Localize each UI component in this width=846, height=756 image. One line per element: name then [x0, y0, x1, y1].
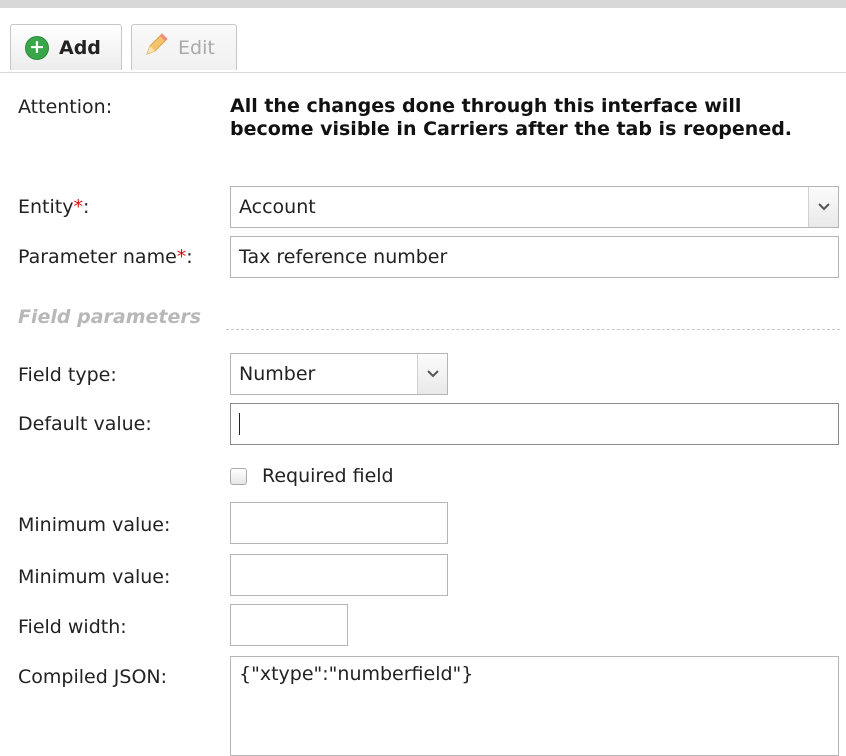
minimum-value-label: Minimum value:	[18, 514, 171, 536]
top-divider	[0, 0, 846, 8]
label-colon: :	[186, 246, 193, 268]
default-value-input[interactable]	[230, 403, 839, 445]
parameter-name-input[interactable]: Tax reference number	[230, 236, 839, 278]
add-tab-label: Add	[59, 36, 101, 59]
edit-tab[interactable]: Edit	[131, 24, 237, 70]
add-tab[interactable]: + Add	[10, 24, 122, 70]
chevron-down-icon[interactable]	[417, 354, 447, 394]
edit-tab-label: Edit	[178, 36, 215, 59]
attention-text: All the changes done through this interf…	[230, 95, 793, 140]
parameter-name-label-text: Parameter name	[18, 246, 177, 268]
required-field-checkbox[interactable]	[230, 468, 247, 485]
entity-select[interactable]: Account	[230, 186, 839, 228]
compiled-json-label: Compiled JSON:	[18, 666, 168, 688]
field-type-value: Number	[239, 363, 316, 385]
toolbar: + Add Edit	[0, 8, 846, 73]
label-colon: :	[82, 196, 90, 218]
compiled-json-textarea[interactable]: {"xtype":"numberfield"}	[230, 656, 839, 756]
parameter-name-label: Parameter name*:	[18, 246, 193, 268]
field-width-input[interactable]	[230, 604, 348, 646]
field-type-label: Field type:	[18, 364, 117, 386]
entity-label-text: Entity	[18, 196, 74, 218]
minimum-value-label-2: Minimum value:	[18, 566, 171, 588]
minimum-value-input[interactable]	[230, 502, 448, 544]
entity-label: Entity*:	[18, 196, 89, 218]
plus-circle-icon: +	[25, 35, 49, 60]
parameter-name-value: Tax reference number	[239, 246, 448, 268]
field-width-label: Field width:	[18, 616, 127, 638]
section-title-field-parameters: Field parameters	[18, 306, 202, 328]
text-cursor	[239, 413, 240, 435]
chevron-down-icon[interactable]	[808, 187, 838, 227]
required-marker: *	[176, 246, 187, 268]
pencil-icon	[142, 31, 170, 64]
entity-select-value: Account	[239, 196, 316, 218]
field-type-select[interactable]: Number	[230, 353, 448, 395]
required-field-label[interactable]: Required field	[262, 465, 394, 487]
attention-label: Attention:	[18, 96, 113, 118]
minimum-value-input-2[interactable]	[230, 554, 448, 596]
section-divider	[226, 329, 840, 330]
required-marker: *	[73, 196, 83, 218]
default-value-label: Default value:	[18, 413, 152, 435]
